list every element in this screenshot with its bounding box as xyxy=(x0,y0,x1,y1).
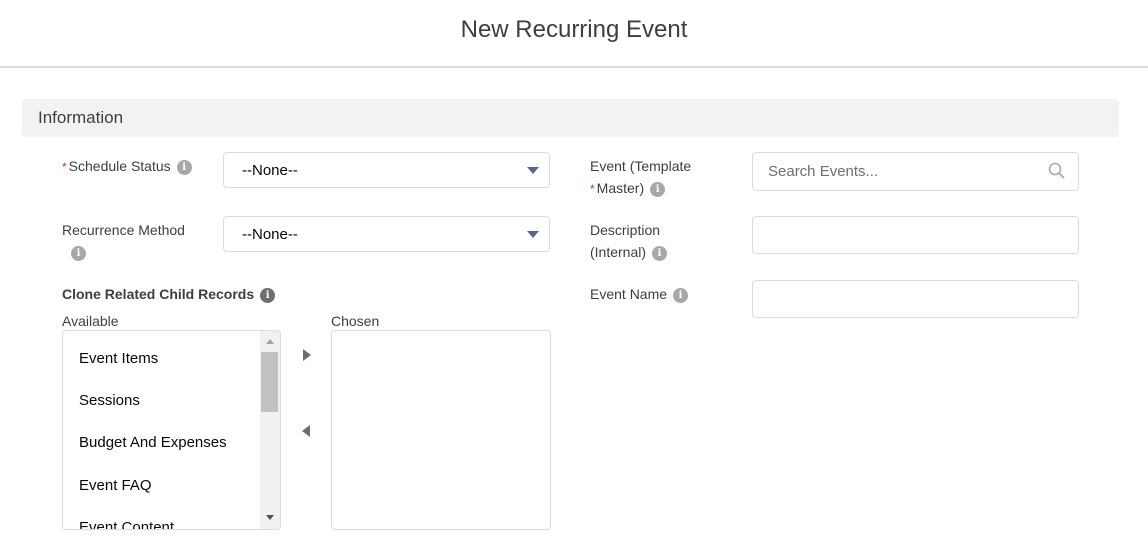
list-item[interactable]: Budget And Expenses xyxy=(79,434,227,451)
chosen-listbox[interactable] xyxy=(331,330,551,530)
chevron-down-icon xyxy=(527,231,539,238)
info-icon[interactable]: i xyxy=(650,182,666,197)
schedule-status-label: * Schedule Status i xyxy=(62,155,192,178)
recurrence-method-select[interactable]: --None-- xyxy=(223,216,550,252)
scroll-up-icon[interactable] xyxy=(266,339,274,344)
available-listbox[interactable]: Event Items Sessions Budget And Expenses… xyxy=(62,330,281,530)
required-marker: * xyxy=(62,160,67,174)
info-icon[interactable]: i xyxy=(176,160,192,175)
section-title: Information xyxy=(38,108,124,127)
available-label: Available xyxy=(62,313,119,329)
label-text: Schedule Status xyxy=(68,158,171,174)
list-item[interactable]: Sessions xyxy=(79,392,140,409)
label-text: Master) xyxy=(596,180,645,196)
label-text: Clone Related Child Records xyxy=(62,286,255,302)
chosen-label: Chosen xyxy=(331,313,380,329)
label-text: Event Name xyxy=(590,286,668,302)
label-text: Description xyxy=(590,222,661,238)
event-name-input[interactable] xyxy=(752,280,1079,318)
list-item[interactable]: Event Content xyxy=(79,519,174,529)
search-icon xyxy=(1048,162,1065,179)
info-icon[interactable]: i xyxy=(652,246,668,261)
description-label: Description (Internal) i xyxy=(590,219,740,263)
event-template-lookup[interactable] xyxy=(752,152,1079,191)
modal-header: New Recurring Event xyxy=(0,0,1148,68)
list-item[interactable]: Event FAQ xyxy=(79,477,152,494)
recurrence-method-label: Recurrence Method i xyxy=(62,219,212,263)
label-text: (Internal) xyxy=(590,244,647,260)
info-icon[interactable]: i xyxy=(71,246,86,261)
scrollbar[interactable] xyxy=(260,331,280,529)
clone-records-label: Clone Related Child Records i xyxy=(62,283,276,305)
event-search-input[interactable] xyxy=(752,152,1079,191)
info-icon[interactable]: i xyxy=(260,288,276,303)
list-item[interactable]: Event Items xyxy=(79,350,158,367)
event-name-label: Event Name i xyxy=(590,283,689,305)
description-input[interactable] xyxy=(752,216,1079,254)
page-title: New Recurring Event xyxy=(460,16,688,43)
triangle-right-icon[interactable] xyxy=(303,349,311,361)
event-template-label: Event (Template * Master) i xyxy=(590,155,740,200)
scrollbar-thumb[interactable] xyxy=(261,352,278,412)
triangle-left-icon[interactable] xyxy=(302,425,310,437)
label-text: Recurrence Method xyxy=(62,222,185,238)
info-icon[interactable]: i xyxy=(673,288,689,303)
select-value: --None-- xyxy=(242,226,298,243)
section-header[interactable]: Information xyxy=(22,99,1119,137)
chevron-down-icon xyxy=(527,167,539,174)
scroll-down-icon[interactable] xyxy=(266,515,274,520)
schedule-status-select[interactable]: --None-- xyxy=(223,152,550,188)
label-text: Event (Template xyxy=(590,158,692,174)
select-value: --None-- xyxy=(242,162,298,179)
required-marker: * xyxy=(590,182,595,196)
